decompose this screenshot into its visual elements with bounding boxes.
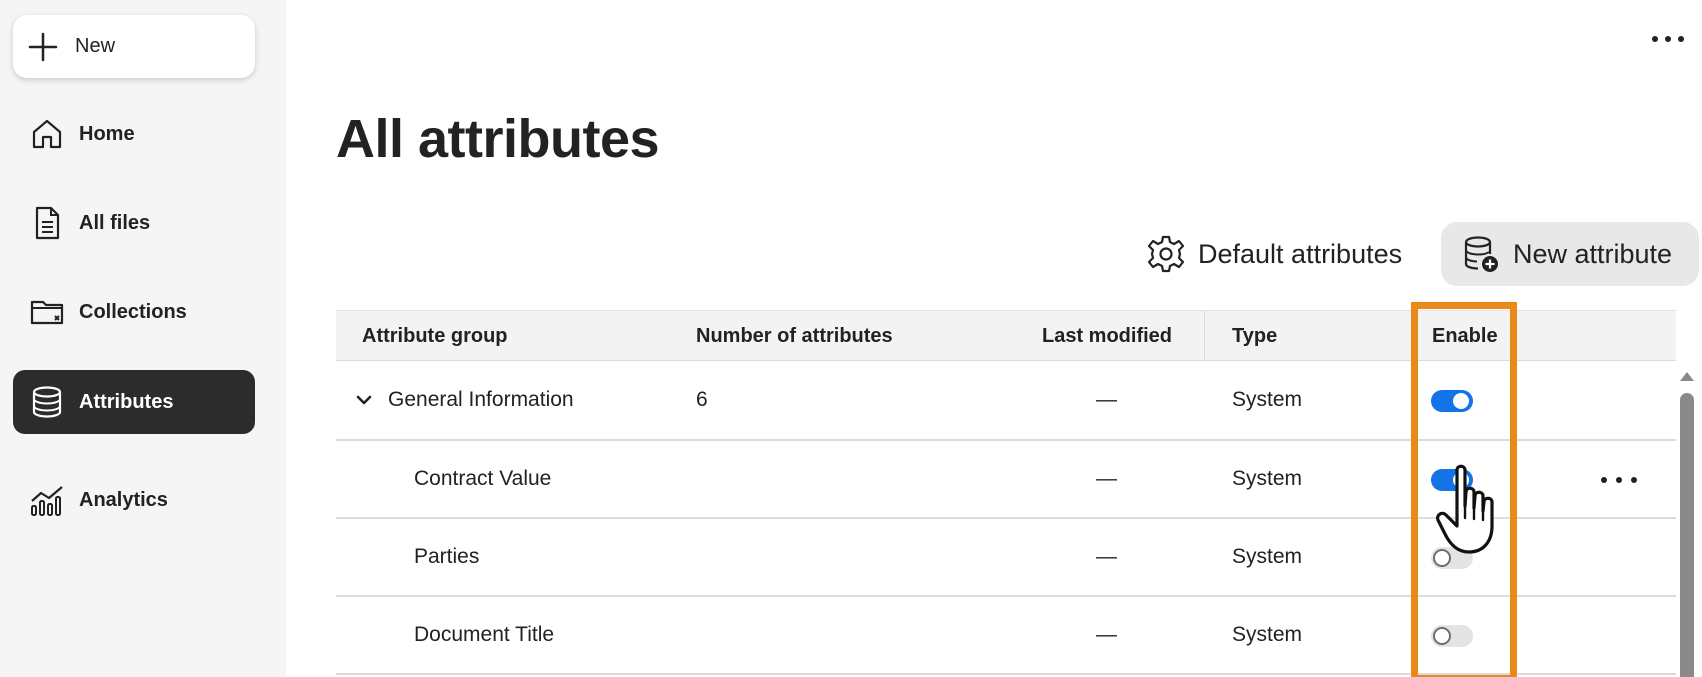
column-header-number-of-attributes[interactable]: Number of attributes [696,311,893,361]
attribute-count: 6 [696,388,708,411]
sidebar-item-analytics[interactable]: Analytics [13,468,255,532]
attribute-type: System [1232,467,1303,490]
enable-toggle[interactable] [1431,547,1473,569]
table-header: Attribute group Number of attributes Las… [336,310,1676,361]
enable-toggle[interactable] [1431,625,1473,647]
attribute-type: System [1232,388,1303,411]
dot-icon [1665,36,1671,42]
toggle-knob [1433,549,1451,567]
home-icon [32,119,62,149]
toggle-knob [1433,627,1451,645]
attribute-name: Contract Value [414,467,552,490]
scrollbar-thumb[interactable] [1680,393,1694,677]
attribute-name: Parties [414,545,480,568]
new-attribute-label: New attribute [1513,238,1673,269]
dot-icon [1601,477,1607,483]
column-header-attribute-group[interactable]: Attribute group [362,311,508,361]
default-attributes-button[interactable]: Default attributes [1146,222,1402,286]
more-options-button[interactable] [1648,28,1688,50]
plus-icon [28,32,58,61]
new-button-label: New [75,35,116,57]
database-icon [32,386,62,418]
sidebar-item-label: Analytics [79,488,168,511]
sidebar-item-label: All files [79,211,151,234]
dot-icon [1616,477,1622,483]
document-icon [35,206,60,240]
last-modified: — [1096,545,1117,568]
last-modified: — [1096,388,1117,411]
table-row[interactable]: General Information 6 — System [336,361,1676,441]
enable-toggle[interactable] [1431,469,1473,491]
analytics-icon [31,486,63,516]
sidebar-item-home[interactable]: Home [13,102,255,166]
sidebar-item-label: Attributes [79,390,174,413]
default-attributes-label: Default attributes [1198,238,1403,269]
sidebar-item-label: Collections [79,300,187,323]
column-header-enable[interactable]: Enable [1432,311,1498,361]
toggle-knob [1453,393,1469,409]
table-row[interactable]: Parties — System [336,519,1676,597]
attribute-name: Document Title [414,623,555,646]
attributes-table: Attribute group Number of attributes Las… [336,310,1676,675]
dot-icon [1631,477,1637,483]
last-modified: — [1096,467,1117,490]
database-add-icon [1464,236,1498,272]
attribute-group-name: General Information [388,388,574,411]
sidebar: New Home All files Collections Attribute… [0,0,286,677]
dot-icon [1678,36,1684,42]
attribute-type: System [1232,545,1303,568]
row-more-options-button[interactable] [1601,470,1637,490]
expand-toggle[interactable] [354,361,374,439]
folder-icon [30,300,64,325]
dot-icon [1652,36,1658,42]
table-row[interactable]: Contract Value — System [336,441,1676,519]
gear-icon [1147,235,1185,273]
scroll-up-arrow[interactable] [1680,372,1694,381]
sidebar-item-attributes[interactable]: Attributes [13,370,255,434]
sidebar-item-label: Home [79,122,135,145]
column-header-last-modified[interactable]: Last modified [1042,311,1172,361]
new-button[interactable]: New [13,15,255,78]
last-modified: — [1096,623,1117,646]
column-divider [1204,311,1205,361]
column-header-type[interactable]: Type [1232,311,1277,361]
table-row[interactable]: Document Title — System [336,597,1676,675]
attribute-type: System [1232,623,1303,646]
chevron-down-icon [356,395,372,405]
toggle-knob [1453,472,1469,488]
sidebar-item-collections[interactable]: Collections [13,280,255,344]
new-attribute-button[interactable]: New attribute [1441,222,1699,286]
enable-toggle[interactable] [1431,390,1473,412]
sidebar-item-all-files[interactable]: All files [13,191,255,255]
page-title: All attributes [336,109,660,169]
